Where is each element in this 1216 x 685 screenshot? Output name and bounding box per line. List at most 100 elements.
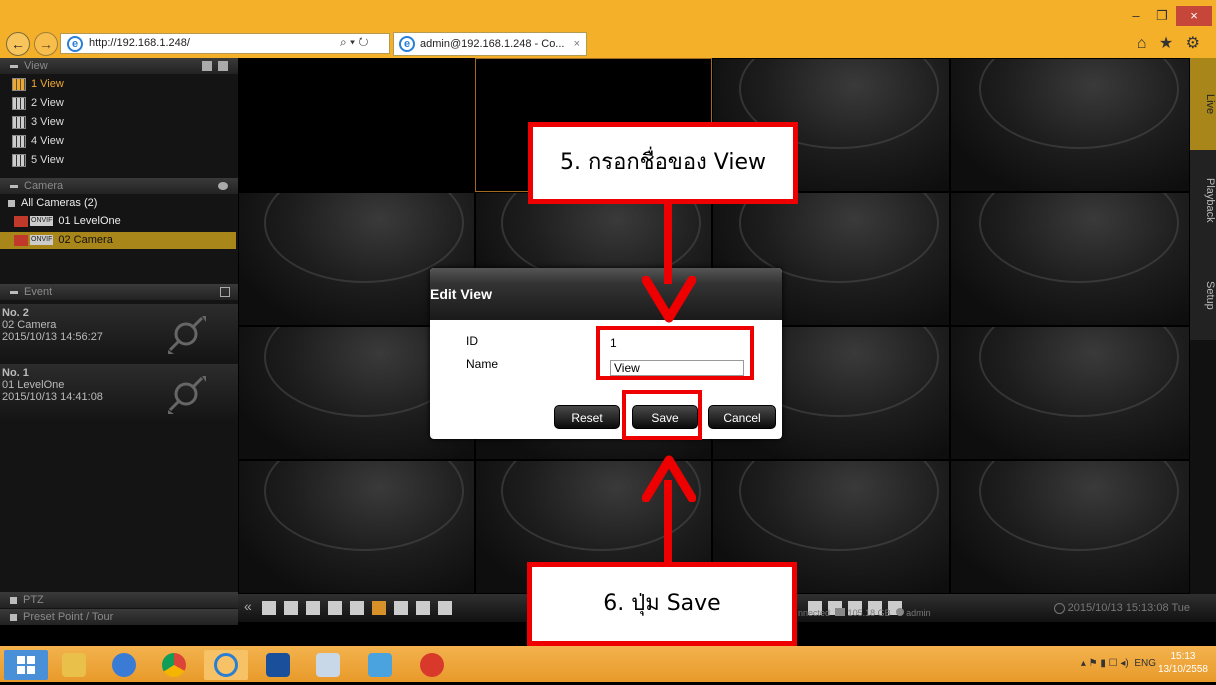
layout-2-icon[interactable] <box>284 601 298 615</box>
close-window-button[interactable]: × <box>1176 6 1212 26</box>
layout-8-icon[interactable] <box>350 601 364 615</box>
browser-chrome: – ❐ × ← → e http://192.168.1.248/ ⌕ ▾ ↻ … <box>0 0 1216 58</box>
layout-9-icon[interactable] <box>394 601 408 615</box>
dialog-title: Edit View <box>430 286 492 302</box>
datetime-display: 2015/10/13 15:13:08 Tue <box>1053 602 1190 614</box>
reset-button[interactable]: Reset <box>554 405 620 429</box>
tab-close-icon[interactable]: × <box>574 33 580 55</box>
event-section-header[interactable]: Event <box>0 284 238 300</box>
event-filter-icon[interactable] <box>220 287 230 297</box>
start-button[interactable] <box>4 650 48 680</box>
sidebar: View 1 View 2 View 3 View 4 View 5 View … <box>0 58 238 625</box>
app-taskbar[interactable] <box>102 650 146 680</box>
onvif-icon: ONVIF <box>30 235 54 246</box>
ptz-section-header[interactable]: PTZ <box>0 592 238 608</box>
event-item-1[interactable]: No. 2 02 Camera 2015/10/13 14:56:27 <box>0 304 238 362</box>
ie-tab-icon: e <box>399 36 415 52</box>
system-tray[interactable]: ▴ ⚑ ▮ ☐ ◂) ENG <box>1081 658 1156 669</box>
app5-taskbar[interactable] <box>410 650 454 680</box>
grid-icon <box>12 96 26 110</box>
info-icon <box>1053 602 1065 614</box>
grid-icon <box>12 153 26 167</box>
app4-taskbar[interactable] <box>358 650 402 680</box>
camera-section-header[interactable]: Camera <box>0 178 238 194</box>
rec-icon <box>14 234 28 246</box>
minimize-button[interactable]: – <box>1124 6 1148 26</box>
ie-icon <box>214 653 238 677</box>
layout-4-icon[interactable] <box>306 601 320 615</box>
camera-item-1[interactable]: ONVIF 01 LevelOne <box>14 213 238 230</box>
video-cell[interactable] <box>950 58 1190 192</box>
view-item-5[interactable]: 5 View <box>12 151 64 169</box>
maximize-button[interactable]: ❐ <box>1150 6 1174 26</box>
layout-13-icon[interactable] <box>416 601 430 615</box>
layout-1-icon[interactable] <box>262 601 276 615</box>
camera-menu-icon[interactable] <box>218 182 228 190</box>
tab-title: admin@192.168.1.248 - Co... <box>420 38 565 50</box>
video-cell[interactable] <box>238 58 475 192</box>
id-label: ID <box>466 334 478 348</box>
view-item-2[interactable]: 2 View <box>12 94 64 112</box>
chrome-taskbar[interactable] <box>152 650 196 680</box>
tab-live[interactable]: Live <box>1190 58 1216 150</box>
chart-app-icon <box>316 653 340 677</box>
tab-setup[interactable]: Setup <box>1190 250 1216 340</box>
taskbar: ▴ ⚑ ▮ ☐ ◂) ENG 15:13 13/10/2558 <box>0 646 1216 682</box>
address-controls[interactable]: ⌕ ▾ ↻ <box>340 33 369 52</box>
file-explorer-taskbar[interactable] <box>52 650 96 680</box>
tab-playback[interactable]: Playback <box>1190 150 1216 250</box>
app3-taskbar[interactable] <box>306 650 350 680</box>
ie-taskbar[interactable] <box>204 650 248 680</box>
windows-icon <box>17 656 35 674</box>
cancel-button[interactable]: Cancel <box>708 405 776 429</box>
layout-16-icon[interactable] <box>372 601 386 615</box>
grid-icon <box>12 115 26 129</box>
chrome-icon <box>162 653 186 677</box>
annotation-callout-step6: 6. ปุ่ม Save <box>527 562 797 646</box>
status-bar: nnected 105.18 GB admin <box>798 608 931 618</box>
app2-taskbar[interactable] <box>256 650 300 680</box>
camera-item-2[interactable]: ONVIF 02 Camera <box>0 232 236 249</box>
video-cell[interactable] <box>238 460 475 594</box>
add-view-icon[interactable] <box>218 61 228 71</box>
event-item-2[interactable]: No. 1 01 LevelOne 2015/10/13 14:41:08 <box>0 364 238 422</box>
annotation-arrow-shaft <box>664 204 672 284</box>
grid-icon <box>12 77 26 91</box>
forward-button[interactable]: → <box>34 32 58 56</box>
ie-icon: e <box>67 36 83 52</box>
side-tab-filler <box>1190 340 1216 594</box>
browser-tool-icons[interactable]: ⌂ ★ ⚙ <box>1137 33 1204 53</box>
motion-event-icon <box>168 316 206 354</box>
monitor-app-icon <box>368 653 392 677</box>
view-item-3[interactable]: 3 View <box>12 113 64 131</box>
url-text: http://192.168.1.248/ <box>89 37 190 49</box>
layout-more-icon[interactable] <box>438 601 452 615</box>
browser-tab[interactable]: e admin@192.168.1.248 - Co... × <box>393 32 587 56</box>
disk-icon <box>835 608 846 616</box>
clock[interactable]: 15:13 13/10/2558 <box>1158 650 1208 676</box>
globe-icon <box>112 653 136 677</box>
view-section-header[interactable]: View <box>0 58 238 74</box>
collapse-icon <box>10 184 18 188</box>
video-cell[interactable] <box>950 192 1190 326</box>
annotation-highlight-save <box>622 390 702 440</box>
grid-icon <box>12 134 26 148</box>
expand-icon <box>8 199 15 207</box>
view-item-4[interactable]: 4 View <box>12 132 64 150</box>
edit-view-icon[interactable] <box>202 61 212 71</box>
dialog-title-bar: Edit View <box>430 268 782 320</box>
record-app-icon <box>420 653 444 677</box>
annotation-arrow-shaft <box>664 480 672 564</box>
video-cell[interactable] <box>950 326 1190 460</box>
annotation-arrow-down <box>642 276 696 323</box>
onvif-icon: ONVIF <box>30 216 54 227</box>
preset-section-header[interactable]: Preset Point / Tour <box>0 609 238 625</box>
collapse-icon <box>10 64 18 68</box>
video-cell[interactable] <box>950 460 1190 594</box>
view-item-1[interactable]: 1 View <box>12 75 64 93</box>
collapse-sidebar-button[interactable]: « <box>244 598 252 614</box>
layout-6-icon[interactable] <box>328 601 342 615</box>
name-label: Name <box>466 357 499 371</box>
back-button[interactable]: ← <box>6 32 30 56</box>
all-cameras-node[interactable]: All Cameras (2) <box>8 195 97 212</box>
